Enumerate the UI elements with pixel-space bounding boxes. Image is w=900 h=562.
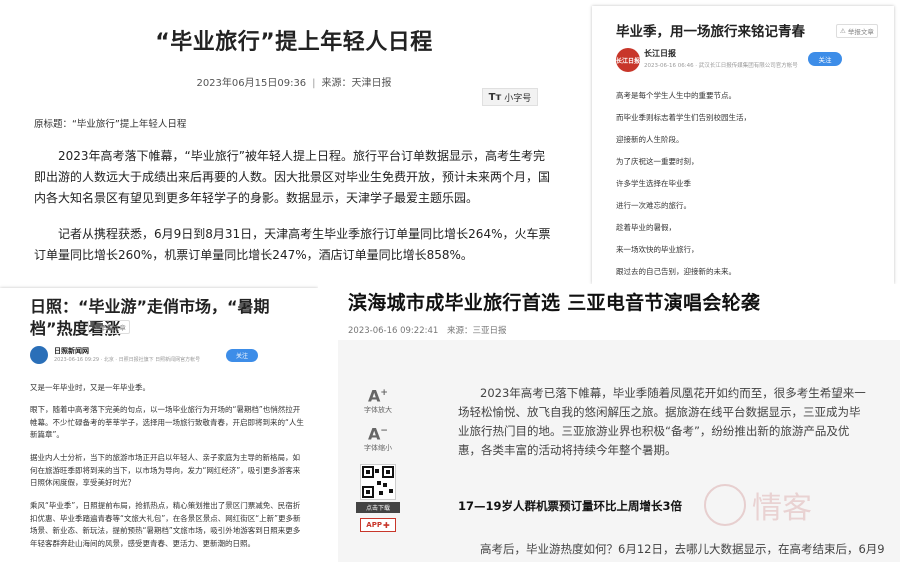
avatar[interactable]	[30, 346, 48, 364]
article-title: “毕业旅行”提上年轻人日程	[155, 30, 433, 55]
article-meta: 2023年06月15日09:36 | 来源：天津日报	[0, 74, 588, 89]
article-panel-tianjin: “毕业旅行”提上年轻人日程 2023年06月15日09:36 | 来源：天津日报 T…	[0, 0, 588, 282]
report-article-button[interactable]: ⚠ 举报文章	[836, 24, 878, 38]
font-size-icon: Tт	[488, 91, 502, 103]
report-label: 举报文章	[847, 28, 874, 36]
download-button[interactable]: 点击下载	[356, 502, 400, 513]
article-panel-changjiang: 毕业季，用一场旅行来铭记青春 ⚠ 举报文章 长江日报 长江日报 2023-06-1…	[592, 6, 894, 284]
article-paragraph: 2023年高考已落下帷幕，毕业季随着凤凰花开如约而至，很多考生希望来一场轻松愉悦…	[458, 386, 866, 457]
article-date: 2023年06月15日09:36	[196, 78, 307, 89]
small-font-label: 小字号	[504, 93, 532, 104]
follow-button[interactable]: 关注	[808, 52, 842, 66]
article-line: 而毕业季则标志着学生们告别校园生活，	[616, 113, 751, 122]
watermark: 情客	[704, 480, 844, 530]
article-panel-sanya: 滨海城市成毕业旅行首选 三亚电音节演唱会轮袭 2023-06-16 09:22:…	[318, 284, 900, 562]
meta-separator: |	[312, 78, 316, 89]
article-paragraph: 记者从携程获悉，6月9日到8月31日，天津高考生毕业季旅行订单量同比增长264%…	[34, 227, 551, 262]
follow-button[interactable]: 关注	[226, 349, 258, 362]
article-subhead: 17—19岁人群机票预订量环比上周增长3倍	[458, 499, 683, 513]
article-title: 毕业季，用一场旅行来铭记青春	[616, 24, 805, 40]
source-meta: 2023-06-16 06:46 · 武汉长江日报传媒集团有限公司官方帐号	[644, 63, 798, 69]
app-plus-icon: ✚	[382, 520, 390, 530]
article-source: 来源：三亚日报	[446, 326, 507, 336]
article-title: 滨海城市成毕业旅行首选 三亚电音节演唱会轮袭	[348, 292, 761, 314]
report-article-button[interactable]: ⚠ 举报文章	[88, 320, 130, 334]
font-smaller-icon: A−	[368, 424, 388, 444]
article-paragraph: 眼下，随着中高考落下完美的句点，以一场毕业旅行为开场的“暑期档”也悄然拉开帷幕。…	[30, 405, 304, 439]
font-larger-icon: A+	[368, 386, 388, 406]
article-line: 跟过去的自己告别，迎接新的未来。	[616, 267, 736, 276]
article-line: 来一场欢快的毕业旅行，	[616, 245, 699, 254]
article-title: 日照：“毕业游”走俏市场，“暑期档”热度看涨	[30, 297, 270, 338]
font-larger-label: 字体放大	[364, 406, 392, 415]
font-smaller-label: 字体缩小	[364, 444, 392, 453]
article-date: 2023-06-16 09:22:41	[348, 326, 439, 336]
avatar-logo-text: 长江日报	[616, 57, 641, 65]
avatar[interactable]: 长江日报	[616, 48, 640, 72]
source-meta: 2023-06-16 09:29 · 北京 · 日照日报社旗下 日照新闻网官方帐…	[54, 357, 201, 363]
article-paragraph: 2023年高考落下帷幕，“毕业旅行”被年轻人提上日程。旅行平台订单数据显示，高考…	[34, 149, 551, 205]
article-line: 进行一次难忘的旅行。	[616, 201, 691, 210]
report-icon: ⚠	[840, 27, 846, 35]
font-smaller-button[interactable]: A− 字体缩小	[350, 422, 406, 453]
article-paragraph: 高考后，毕业游热度如何？6月12日，去哪儿大数据显示，在高考结束后，6月9	[480, 542, 885, 556]
app-button[interactable]: APP ✚	[360, 518, 396, 532]
article-line: 为了庆祝这一重要时刻，	[616, 157, 699, 166]
article-meta: 2023-06-16 09:22:41 来源：三亚日报	[348, 324, 507, 336]
article-panel-rizhao: 日照：“毕业游”走俏市场，“暑期档”热度看涨 ⚠ 举报文章 日照新闻网 2023-…	[0, 288, 318, 562]
report-label: 举报文章	[99, 324, 126, 332]
article-paragraph: 据业内人士分析，当下的旅游市场正开启以年轻人、亲子家庭为主导的新格局，如何在旅游…	[30, 453, 301, 487]
article-line: 趁着毕业的暑假，	[616, 223, 676, 232]
app-label: APP	[366, 521, 382, 529]
original-title: 原标题：“毕业旅行”提上年轻人日程	[34, 119, 187, 130]
small-font-button[interactable]: Tт 小字号	[482, 88, 538, 106]
watermark-logo-icon	[704, 484, 746, 526]
watermark-text: 情客	[752, 491, 812, 526]
qr-code-icon[interactable]	[360, 464, 396, 500]
report-icon: ⚠	[92, 323, 98, 331]
article-line: 迎接新的人生阶段。	[616, 135, 684, 144]
source-name[interactable]: 日照新闻网	[54, 346, 89, 356]
article-line: 许多学生选择在毕业季	[616, 179, 691, 188]
article-source: 来源：天津日报	[321, 78, 392, 89]
article-paragraph: 又是一年毕业时，又是一年毕业季。	[30, 383, 150, 392]
article-paragraph: 乘风“毕业季”，日照提前布局，抢抓热点，精心策划推出了景区门票减免、民宿折扣优惠…	[30, 501, 301, 548]
article-line: 高考是每个学生人生中的重要节点。	[616, 91, 736, 100]
font-larger-button[interactable]: A+ 字体放大	[350, 384, 406, 415]
source-name[interactable]: 长江日报	[644, 48, 676, 59]
